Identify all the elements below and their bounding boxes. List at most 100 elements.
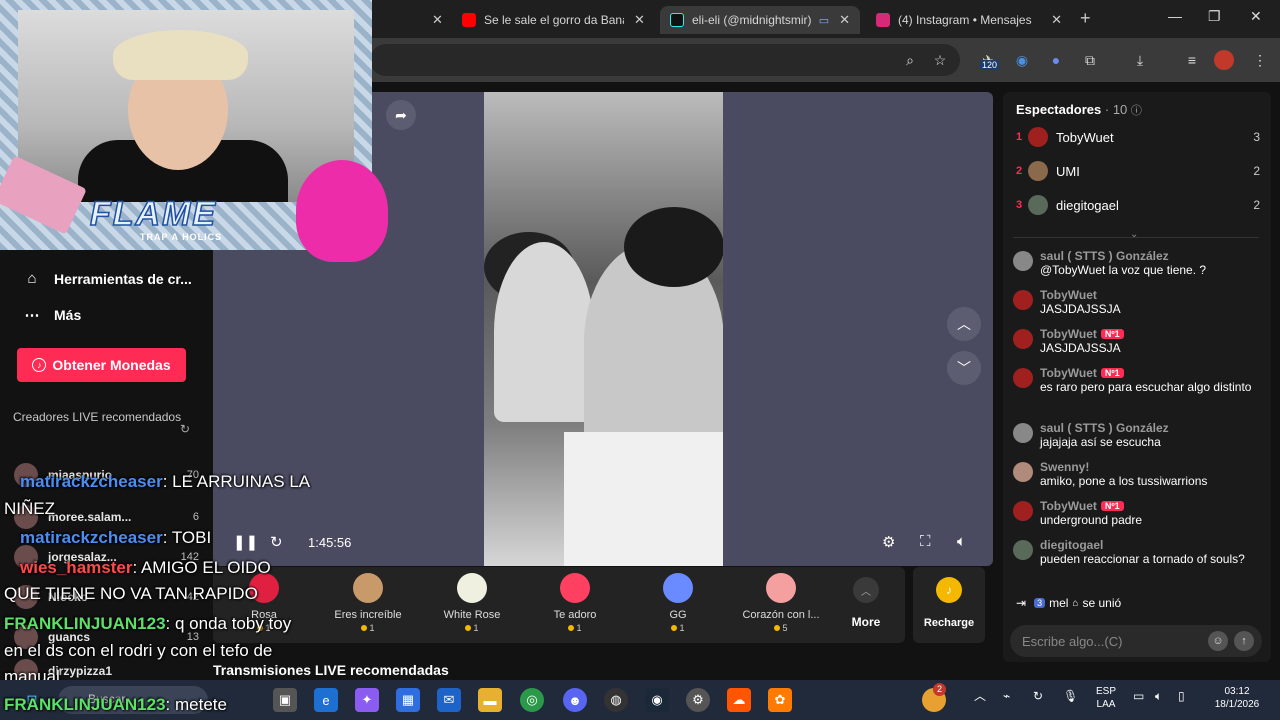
profile-avatar[interactable]: [1214, 50, 1234, 70]
avatar[interactable]: [1013, 368, 1033, 388]
joined-user: mel: [1049, 596, 1069, 610]
sidebar-item-more[interactable]: ⋯ Más: [22, 306, 82, 324]
viewers-count: · 10: [1104, 102, 1128, 117]
chat-input[interactable]: [1022, 633, 1202, 649]
send-icon[interactable]: ↑: [1234, 631, 1254, 651]
settings-gear-icon[interactable]: ⚙: [882, 533, 895, 551]
chat-username[interactable]: TobyWuet: [1040, 288, 1263, 302]
clock[interactable]: 03:12 18/1/2026: [1208, 685, 1266, 711]
discord-icon[interactable]: ☻: [563, 688, 587, 712]
instagram-icon: [876, 13, 890, 27]
minimize-icon[interactable]: —: [1168, 8, 1182, 24]
volume-icon[interactable]: 🔈︎: [1155, 690, 1162, 703]
close-tab-icon[interactable]: ✕: [634, 12, 645, 28]
outlook-icon[interactable]: ✉: [437, 688, 461, 712]
avatar[interactable]: [1013, 290, 1033, 310]
avatar[interactable]: [1013, 501, 1033, 521]
battery-icon[interactable]: ▯: [1178, 690, 1185, 703]
browser-tab-1[interactable]: ✕: [372, 6, 452, 34]
chevron-down-icon[interactable]: ⌄: [1130, 229, 1138, 240]
gift-item[interactable]: Eres increíble 1: [323, 573, 413, 633]
microphone-icon[interactable]: 🎙︎: [1063, 690, 1078, 703]
share-icon[interactable]: ➦: [386, 100, 416, 130]
edge-icon[interactable]: e: [314, 688, 338, 712]
pause-icon[interactable]: ❚❚: [233, 533, 258, 551]
gift-item[interactable]: Corazón con l... 5: [736, 573, 826, 633]
top-viewer-item[interactable]: 3 diegitogael 2: [1016, 194, 1260, 216]
network-icon[interactable]: ⌁: [1003, 690, 1010, 703]
file-explorer-icon[interactable]: ▬: [478, 688, 502, 712]
more-gifts-button[interactable]: ︿ More: [838, 573, 894, 629]
chat-text: es raro pero para escuchar algo distinto: [1040, 380, 1252, 394]
replay-icon[interactable]: ↻: [270, 533, 283, 551]
soundcloud-icon[interactable]: ☁: [727, 688, 751, 712]
close-tab-icon[interactable]: ✕: [839, 12, 850, 28]
refresh-icon[interactable]: ↻: [180, 422, 190, 436]
top-viewer-item[interactable]: 2 UMI 2: [1016, 160, 1260, 182]
address-bar[interactable]: [370, 44, 960, 76]
settings-gear-icon[interactable]: ⚙: [686, 688, 710, 712]
tab-title: (4) Instagram • Mensajes: [898, 13, 1032, 27]
avatar[interactable]: [1013, 251, 1033, 271]
copilot-icon[interactable]: ✦: [355, 688, 379, 712]
close-tab-icon[interactable]: ✕: [1051, 12, 1062, 28]
bookmark-star-icon[interactable]: ☆: [930, 50, 950, 70]
info-icon[interactable]: ⓘ: [1131, 105, 1142, 117]
sync-icon[interactable]: ↻: [1033, 690, 1043, 703]
volume-icon[interactable]: 🔈︎: [957, 533, 966, 550]
gift-item[interactable]: GG 1: [633, 573, 723, 633]
steam-icon[interactable]: ◉: [645, 688, 669, 712]
avatar[interactable]: [1013, 462, 1033, 482]
previous-live-button[interactable]: ︿: [947, 307, 981, 341]
avatar[interactable]: [1013, 423, 1033, 443]
browser-tab-tiktok[interactable]: eli-eli (@midnightsmir) ▭ ✕: [660, 6, 860, 34]
chat-username[interactable]: TobyWuet Nº1: [1040, 499, 1263, 513]
avatar[interactable]: [1013, 329, 1033, 349]
task-view-icon[interactable]: ▣: [273, 688, 297, 712]
emoji-icon[interactable]: ☺: [1208, 631, 1228, 651]
chrome-icon[interactable]: ◎: [520, 688, 544, 712]
menu-dots-icon[interactable]: ⋮: [1250, 50, 1270, 70]
new-tab-button[interactable]: +: [1080, 8, 1091, 29]
chat-text: JASJDAJSSJA: [1040, 341, 1121, 355]
get-coins-button[interactable]: ♪ Obtener Monedas: [17, 348, 186, 382]
live-video[interactable]: [484, 92, 723, 566]
avatar[interactable]: [1013, 540, 1033, 560]
video-shirt: [564, 432, 723, 566]
chat-username[interactable]: TobyWuet Nº1: [1040, 327, 1263, 341]
close-tab-icon[interactable]: ✕: [432, 12, 443, 28]
chat-username[interactable]: diegitogael: [1040, 538, 1263, 552]
next-live-button[interactable]: ﹀: [947, 351, 981, 385]
overlay-chat-text: : LE ARRUINAS LA: [162, 472, 311, 491]
chevron-up-icon[interactable]: ︿: [974, 690, 986, 703]
extensions-puzzle-icon[interactable]: ⧉: [1080, 50, 1100, 70]
chat-username[interactable]: TobyWuet Nº1: [1040, 366, 1263, 380]
media-control-icon[interactable]: ≡: [1182, 50, 1202, 70]
browser-tab-instagram[interactable]: (4) Instagram • Mensajes ✕: [866, 6, 1072, 34]
browser-tab-youtube[interactable]: Se le sale el gorro da Banan ✕: [452, 6, 660, 34]
extension-icon[interactable]: ◉: [1012, 50, 1032, 70]
recharge-button[interactable]: ♪ Recharge: [913, 567, 985, 643]
maximize-icon[interactable]: ❐: [1208, 8, 1221, 25]
chat-username[interactable]: saul ( STTS ) González: [1040, 249, 1263, 263]
language-indicator[interactable]: ESP LAA: [1096, 685, 1116, 711]
display-icon[interactable]: ▭: [1133, 690, 1144, 703]
zoom-icon[interactable]: ⌕: [900, 50, 920, 70]
gift-item[interactable]: White Rose 1: [427, 573, 517, 633]
fl-studio-icon[interactable]: ✿: [768, 688, 792, 712]
fullscreen-icon[interactable]: ⛶: [920, 533, 931, 550]
gift-item[interactable]: Te adoro 1: [530, 573, 620, 633]
obs-icon[interactable]: ◍: [604, 688, 628, 712]
overlay-chat-text: : metete: [165, 695, 227, 714]
download-icon[interactable]: ⤓: [1130, 50, 1150, 70]
sidebar-item-tools[interactable]: ⌂ Herramientas de cr...: [22, 270, 191, 287]
store-icon[interactable]: ▦: [396, 688, 420, 712]
close-window-icon[interactable]: ✕: [1250, 8, 1262, 25]
extension-icon[interactable]: ●: [1046, 50, 1066, 70]
chat-username-text: TobyWuet: [1040, 499, 1097, 513]
chat-username[interactable]: saul ( STTS ) González: [1040, 421, 1263, 435]
viewers-title[interactable]: Espectadores · 10 ⓘ: [1016, 102, 1142, 118]
heart-hands-icon: [766, 573, 796, 603]
top-viewer-item[interactable]: 1 TobyWuet 3: [1016, 126, 1260, 148]
chat-username[interactable]: Swenny!: [1040, 460, 1263, 474]
